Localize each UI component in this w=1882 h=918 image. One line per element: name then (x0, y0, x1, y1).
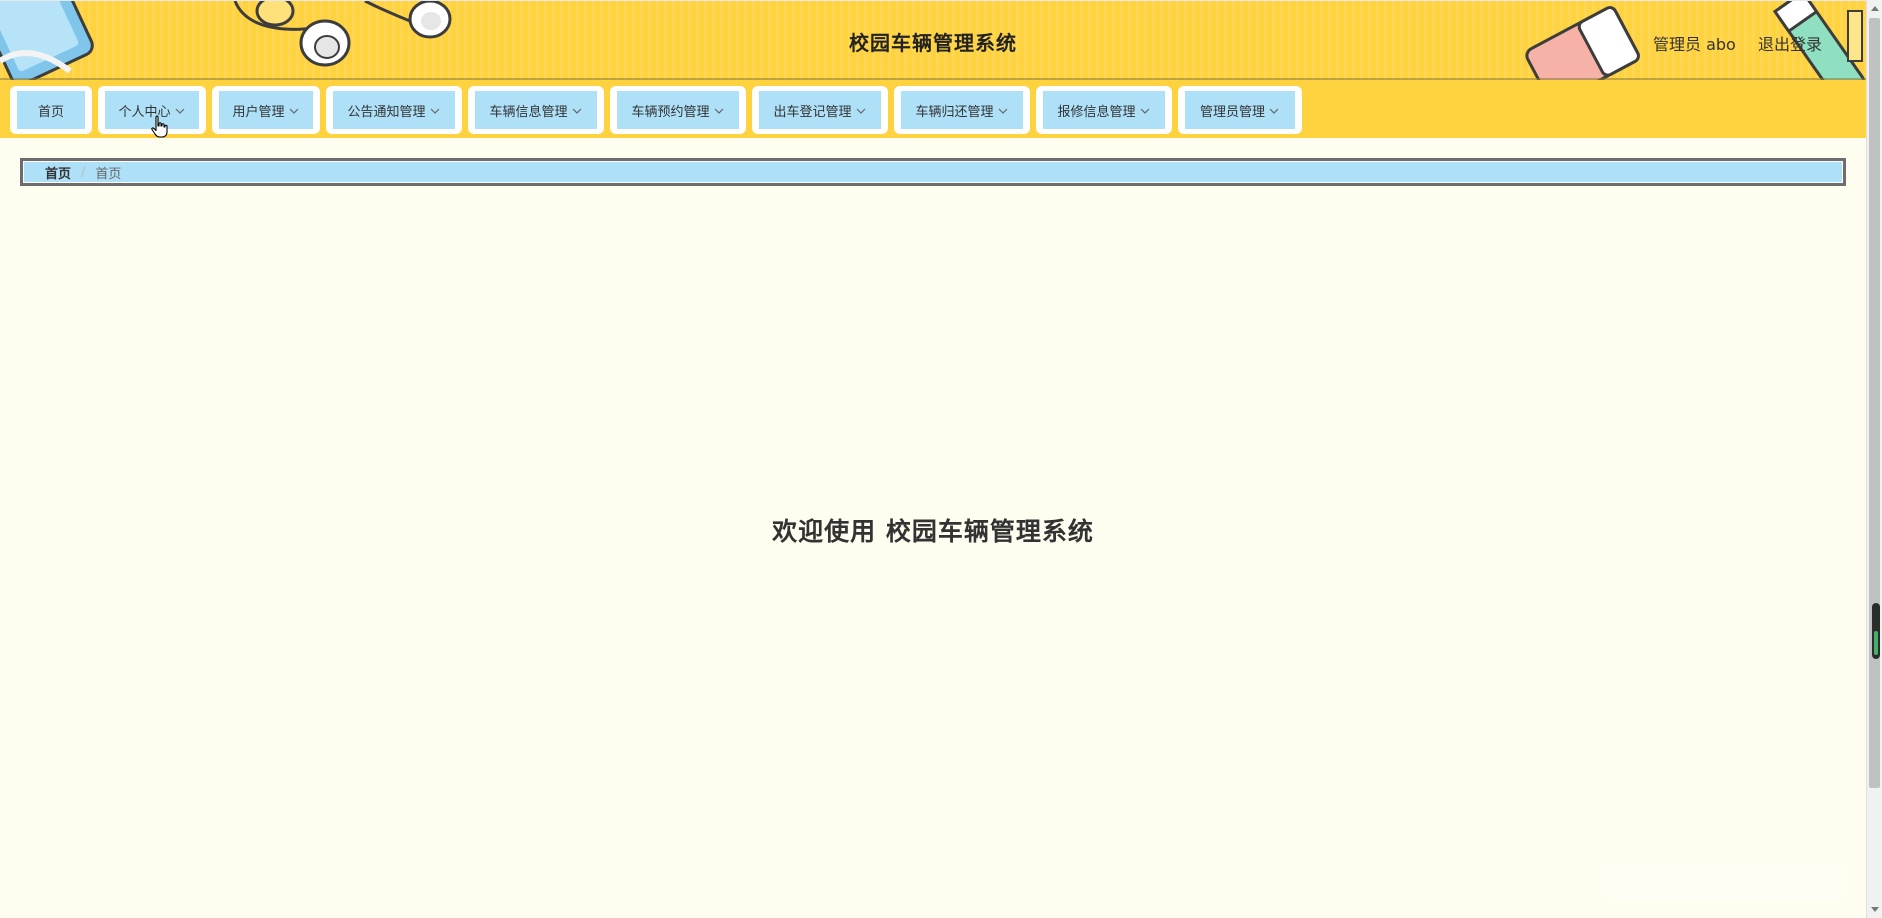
nav-item-user-management[interactable]: 用户管理 (212, 86, 320, 134)
scroll-up-arrow-icon[interactable] (1871, 6, 1879, 11)
nav-item-admin-management-inner: 管理员管理 (1185, 91, 1295, 129)
breadcrumb-current: 首页 (95, 166, 122, 182)
nav-item-vehicle-return-management[interactable]: 车辆归还管理 (894, 86, 1030, 134)
vertical-scrollbar[interactable] (1866, 0, 1882, 918)
chevron-down-icon (430, 108, 439, 114)
nav-item-announcement-management[interactable]: 公告通知管理 (326, 86, 462, 134)
chevron-down-icon (856, 108, 865, 114)
top-nav-bar: 首页 个人中心 用户管理 公告通知管理 车辆信息管理 车辆预约管理 出车登记管理… (0, 80, 1866, 138)
welcome-message: 欢迎使用 校园车辆管理系统 (772, 517, 1094, 546)
chevron-down-icon (289, 108, 298, 114)
nav-item-dispatch-registration-management-inner: 出车登记管理 (759, 91, 881, 129)
breadcrumb: 首页 / 首页 (20, 158, 1846, 186)
chevron-down-icon (175, 108, 184, 114)
breadcrumb-separator: / (81, 164, 86, 180)
chevron-down-icon (572, 108, 581, 114)
nav-item-label: 管理员管理 (1199, 104, 1265, 120)
header-banner: 校园车辆管理系统 管理员 abo 退出登录 (0, 0, 1866, 80)
nav-item-vehicle-return-management-inner: 车辆归还管理 (901, 91, 1023, 129)
nav-item-repair-info-management[interactable]: 报修信息管理 (1036, 86, 1172, 134)
scroll-thumb[interactable] (1869, 18, 1880, 788)
nav-item-vehicle-info-management[interactable]: 车辆信息管理 (468, 86, 604, 134)
chevron-down-icon (1269, 108, 1279, 114)
nav-item-vehicle-reservation-management-inner: 车辆预约管理 (617, 91, 739, 129)
nav-item-label: 用户管理 (232, 104, 285, 120)
app-title: 校园车辆管理系统 (849, 31, 1017, 55)
nav-item-home-inner: 首页 (17, 91, 85, 129)
nav-item-repair-info-management-inner: 报修信息管理 (1043, 91, 1165, 129)
chevron-down-icon (714, 108, 723, 114)
faint-overlay-box (1603, 862, 1843, 900)
logout-link[interactable]: 退出登录 (1758, 31, 1822, 55)
nav-item-admin-management[interactable]: 管理员管理 (1178, 86, 1302, 134)
nav-item-label: 报修信息管理 (1057, 104, 1136, 120)
nav-item-announcement-management-inner: 公告通知管理 (333, 91, 455, 129)
nav-item-home[interactable]: 首页 (10, 86, 92, 134)
nav-item-dispatch-registration-management[interactable]: 出车登记管理 (752, 86, 888, 134)
side-floating-widget[interactable] (1872, 603, 1880, 659)
nav-item-label: 公告通知管理 (347, 104, 426, 120)
chevron-down-icon (1140, 108, 1149, 114)
nav-item-label: 车辆信息管理 (489, 104, 568, 120)
admin-user-label: 管理员 abo (1653, 35, 1736, 54)
hand-cursor-icon (151, 115, 168, 138)
nav-item-label: 车辆归还管理 (915, 104, 994, 120)
chevron-down-icon (998, 108, 1007, 114)
nav-item-vehicle-reservation-management[interactable]: 车辆预约管理 (610, 86, 746, 134)
nav-item-label: 首页 (37, 104, 64, 120)
nav-item-label: 出车登记管理 (773, 104, 852, 120)
scroll-down-arrow-icon[interactable] (1871, 907, 1879, 912)
nav-item-user-management-inner: 用户管理 (219, 91, 313, 129)
nav-item-label: 车辆预约管理 (631, 104, 710, 120)
page: 校园车辆管理系统 管理员 abo 退出登录 首页 个人中心 用户管理 公告通知管… (0, 0, 1866, 918)
nav-item-vehicle-info-management-inner: 车辆信息管理 (475, 91, 597, 129)
breadcrumb-home-link[interactable]: 首页 (45, 163, 71, 182)
